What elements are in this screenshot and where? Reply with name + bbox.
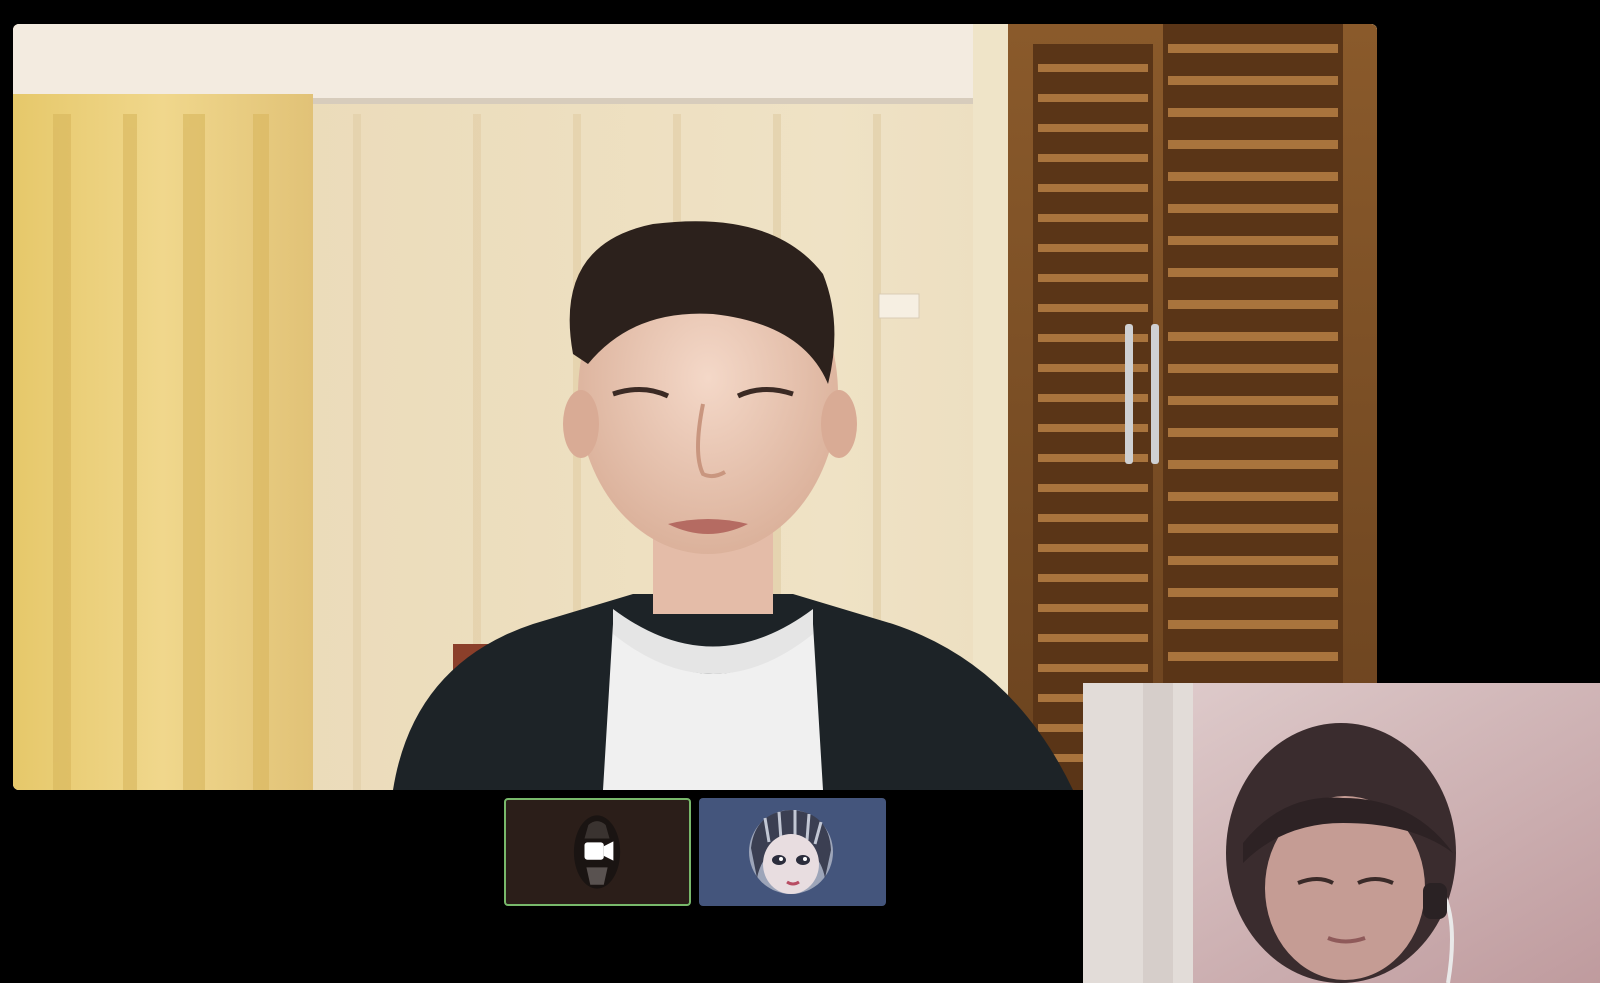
video-call-stage: camera-on	[0, 0, 1600, 983]
anime-avatar-icon	[749, 810, 833, 894]
self-view-video[interactable]: camera-on	[1083, 683, 1600, 983]
self-video-frame	[1083, 683, 1600, 983]
main-speaker-video[interactable]: camera-on	[13, 24, 1377, 790]
participant-thumbnail-active[interactable]	[504, 798, 691, 906]
speaker-video-frame	[13, 24, 1377, 790]
participant-thumbnail-strip	[504, 798, 888, 906]
video-camera-icon	[573, 815, 621, 889]
participant-thumbnail-avatar[interactable]	[699, 798, 886, 906]
